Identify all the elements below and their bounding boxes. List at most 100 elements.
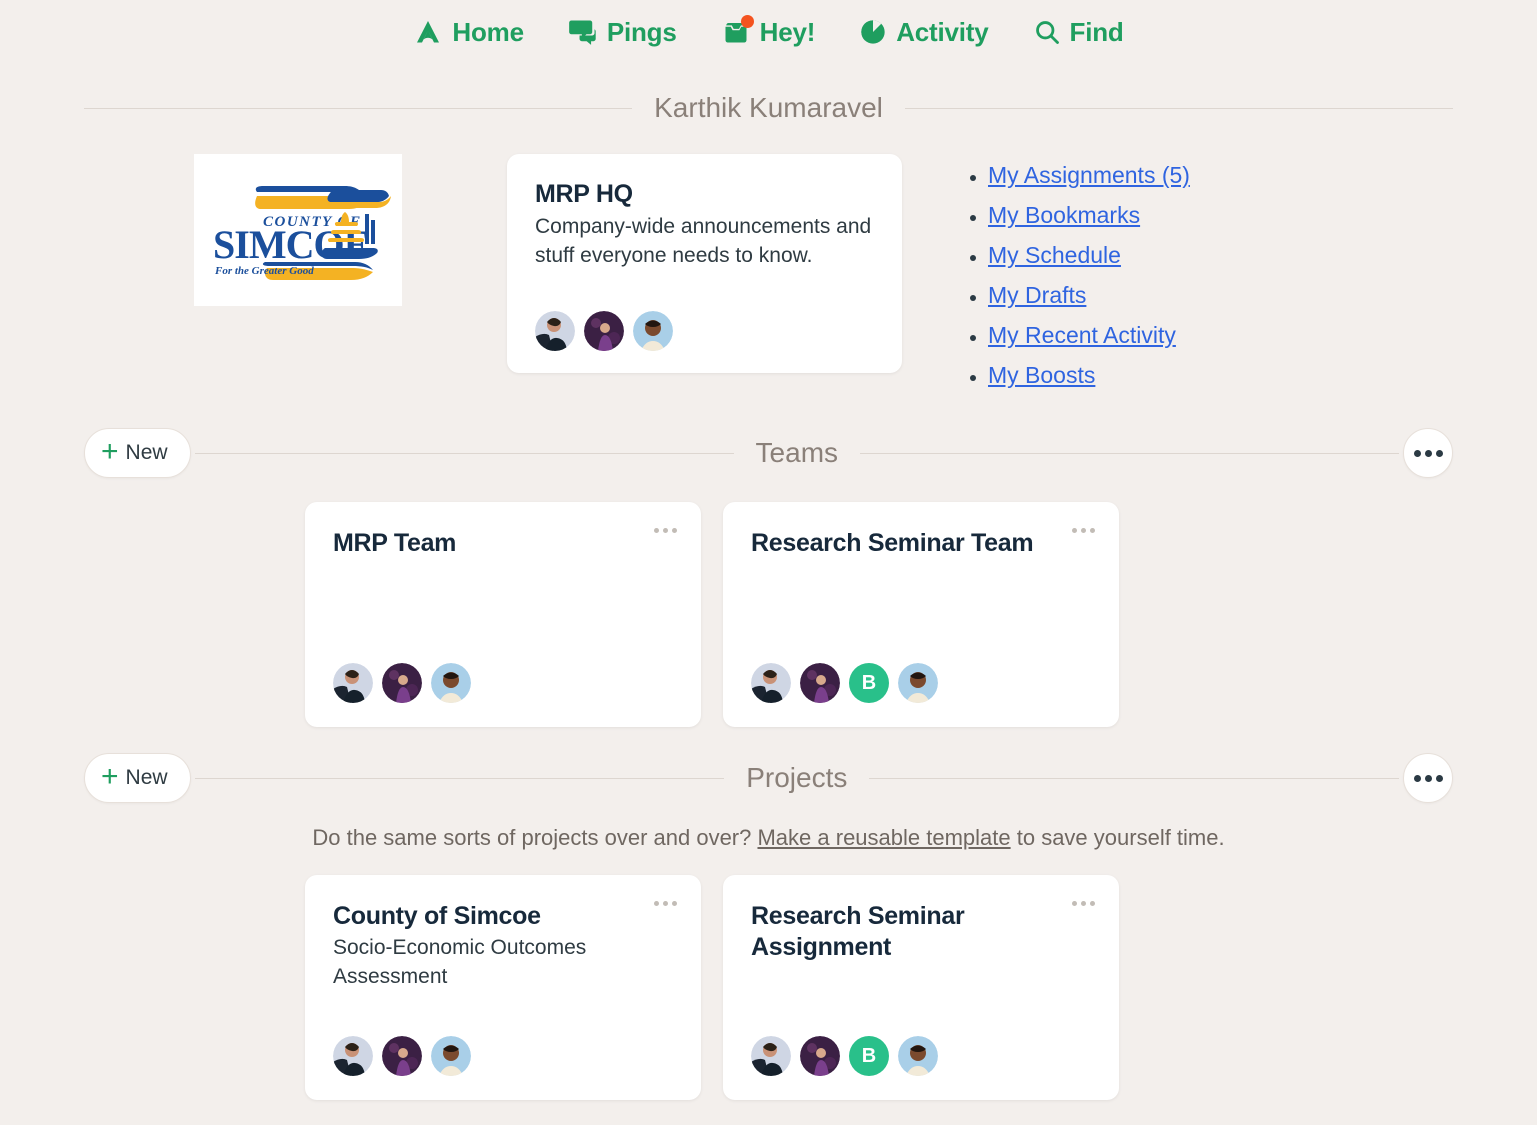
svg-text:SIMCOE: SIMCOE [213, 222, 369, 267]
new-project-label: New [125, 766, 168, 789]
divider-left [84, 107, 633, 109]
link-my-bookmarks[interactable]: My Bookmarks [988, 202, 1140, 228]
card-options-button[interactable] [654, 528, 677, 533]
dot [1413, 774, 1421, 782]
list-item: My Recent Activity [988, 322, 1190, 349]
card-options-button[interactable] [1072, 901, 1095, 906]
list-item: My Schedule [988, 242, 1190, 269]
nav-item-pings[interactable]: Pings [568, 17, 677, 48]
nav-label-home: Home [452, 16, 524, 47]
card-avatars: B [751, 1014, 1091, 1076]
link-my-drafts[interactable]: My Drafts [988, 282, 1086, 308]
link-my-assignments[interactable]: My Assignments (5) [988, 162, 1190, 188]
hq-card[interactable]: MRP HQ Company-wide announcements and st… [507, 154, 902, 373]
new-team-label: New [125, 441, 168, 464]
avatar[interactable] [431, 1036, 471, 1076]
avatar[interactable] [633, 310, 673, 351]
avatar[interactable] [431, 663, 471, 703]
main-navigation: Home Pings Hey! Activity Find [0, 0, 1537, 58]
dot [672, 901, 677, 906]
teams-cards: MRP Team Research Seminar Team B [0, 502, 1537, 727]
card-title: County of Simcoe [333, 902, 541, 930]
hq-card-avatars [535, 289, 874, 351]
card-title: MRP Team [333, 529, 457, 557]
link-my-recent-activity[interactable]: My Recent Activity [988, 322, 1176, 348]
avatar[interactable] [751, 1036, 791, 1076]
notification-badge [740, 15, 754, 28]
projects-title: Projects [746, 762, 848, 793]
projects-helper-text: Do the same sorts of projects over and o… [0, 825, 1537, 851]
hq-card-title: MRP HQ [535, 180, 633, 208]
dot [1413, 449, 1421, 457]
avatar-initial[interactable]: B [849, 1036, 889, 1076]
nav-item-hey[interactable]: Hey! [721, 15, 816, 48]
new-project-button[interactable]: + New [84, 753, 191, 803]
dot [1072, 901, 1077, 906]
avatar[interactable] [800, 663, 840, 703]
dot [672, 528, 677, 533]
list-item: My Assignments (5) [988, 162, 1190, 189]
dot [663, 901, 668, 906]
link-my-schedule[interactable]: My Schedule [988, 242, 1121, 268]
avatar[interactable] [535, 310, 575, 351]
nav-label-find: Find [1069, 16, 1124, 47]
dot [1081, 528, 1086, 533]
avatar[interactable] [333, 1036, 373, 1076]
nav-label-activity: Activity [896, 16, 989, 47]
dot [654, 901, 659, 906]
card-options-button[interactable] [654, 901, 677, 906]
avatar[interactable] [898, 1036, 938, 1076]
nav-item-find[interactable]: Find [1033, 17, 1124, 48]
dot [1072, 528, 1077, 533]
projects-cards: County of Simcoe Socio-Economic Outcomes… [0, 875, 1537, 1100]
home-icon [413, 17, 443, 47]
person-section-header: Karthik Kumaravel [0, 92, 1537, 124]
avatar[interactable] [333, 663, 373, 703]
project-card-research-seminar-assignment[interactable]: Research Seminar Assignment B [723, 875, 1119, 1100]
company-logo: COUNTY OF SIMCOE For the Greater Good [194, 154, 402, 306]
template-link[interactable]: Make a reusable template [757, 825, 1010, 850]
dot [1435, 449, 1443, 457]
link-my-boosts[interactable]: My Boosts [988, 362, 1095, 388]
projects-options-button[interactable] [1403, 753, 1454, 803]
nav-label-hey: Hey! [759, 16, 816, 47]
avatar[interactable] [382, 663, 422, 703]
dot [1435, 774, 1443, 782]
page-title: Karthik Kumaravel [654, 92, 883, 123]
nav-item-activity[interactable]: Activity [859, 16, 989, 48]
dot [1081, 901, 1086, 906]
inbox-icon [721, 15, 754, 46]
teams-section-header: + New Teams [0, 428, 1537, 478]
divider-right [860, 452, 1400, 454]
list-item: My Bookmarks [988, 202, 1190, 229]
overview-row: COUNTY OF SIMCOE For the Greater Good MR… [0, 154, 1537, 402]
avatar[interactable] [751, 663, 791, 703]
avatar[interactable] [898, 663, 938, 703]
avatar-initial[interactable]: B [849, 663, 889, 703]
dot [1090, 901, 1095, 906]
card-subtitle: Socio-Economic Outcomes Assessment [333, 936, 587, 988]
team-card-research-seminar[interactable]: Research Seminar Team B [723, 502, 1119, 727]
card-avatars [333, 1014, 673, 1076]
project-card-county-of-simcoe[interactable]: County of Simcoe Socio-Economic Outcomes… [305, 875, 701, 1100]
avatar[interactable] [382, 1036, 422, 1076]
hq-card-description: Company-wide announcements and stuff eve… [535, 215, 872, 267]
helper-suffix: to save yourself time. [1010, 825, 1225, 850]
card-options-button[interactable] [1072, 528, 1095, 533]
list-item: My Drafts [988, 282, 1190, 309]
chat-icon [568, 18, 598, 46]
avatar[interactable] [584, 310, 624, 351]
team-card-mrp[interactable]: MRP Team [305, 502, 701, 727]
new-team-button[interactable]: + New [84, 428, 191, 478]
teams-options-button[interactable] [1403, 428, 1454, 478]
dot [654, 528, 659, 533]
nav-item-home[interactable]: Home [413, 16, 524, 48]
plus-icon: + [101, 760, 119, 793]
svg-text:For the Greater Good: For the Greater Good [214, 265, 314, 277]
teams-title: Teams [755, 437, 839, 468]
divider-right [869, 777, 1400, 779]
divider-left [194, 777, 725, 779]
avatar[interactable] [800, 1036, 840, 1076]
dot [1424, 449, 1432, 457]
divider-right [904, 107, 1454, 109]
